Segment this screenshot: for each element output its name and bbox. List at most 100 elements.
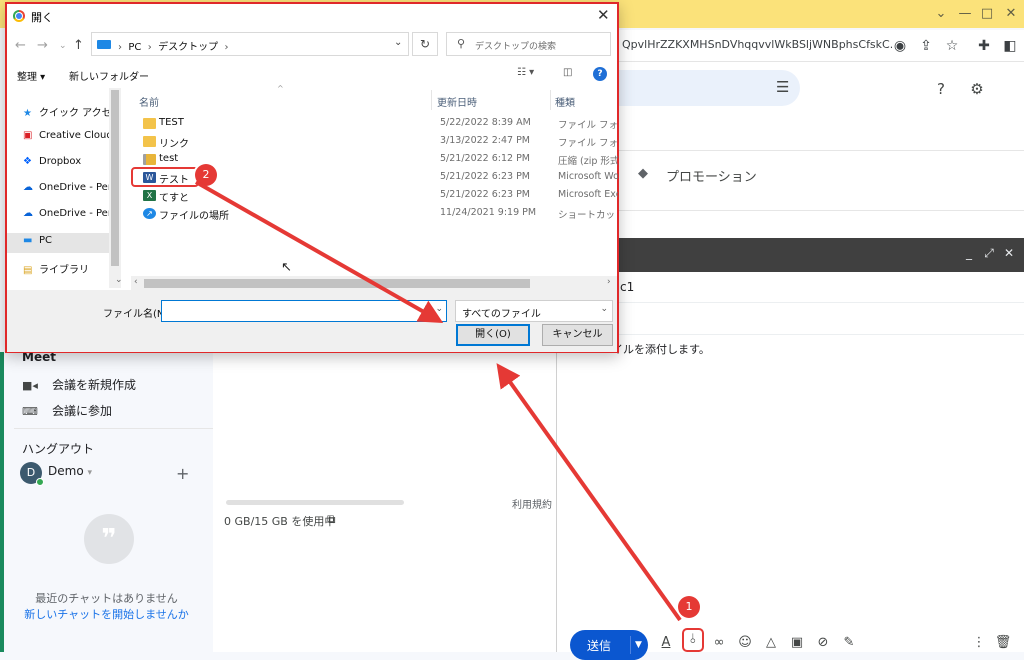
text-format-icon[interactable]: A	[657, 634, 675, 652]
divider	[556, 334, 1024, 335]
back-arrow-icon[interactable]: ←	[15, 38, 26, 53]
search-placeholder: デスクトップの検索	[475, 42, 557, 52]
eye-icon[interactable]: ◉	[890, 36, 910, 56]
new-folder-button[interactable]: 新しいフォルダー	[69, 68, 149, 83]
file-date: 5/22/2022 8:39 AM	[440, 117, 531, 128]
address-breadcrumb[interactable]: › PC › デスクトップ › ⌄	[91, 32, 409, 56]
discard-draft-icon[interactable]: 🗑	[994, 634, 1012, 652]
minimize-compose-icon[interactable]: _	[962, 246, 976, 260]
open-button[interactable]: 開く(O)	[456, 324, 530, 346]
column-header-type[interactable]: 種類	[555, 94, 575, 109]
open-external-icon[interactable]: ⧉	[327, 512, 336, 527]
nav-item-onedrive-2[interactable]: ☁ OneDrive - Perso	[23, 208, 121, 219]
address-bar[interactable]: QpvlHrZZKXMHSnDVhqqvvlWkBSljWNBphsCfskC.…	[600, 30, 1024, 62]
nav-item-onedrive-1[interactable]: ☁ OneDrive - Perso	[23, 182, 121, 193]
file-name[interactable]: ファイルの場所	[159, 207, 229, 222]
column-header-name[interactable]: 名前	[139, 94, 159, 109]
divider	[556, 302, 1024, 303]
send-label: 送信	[586, 639, 611, 653]
compose-window	[556, 272, 1024, 652]
file-type: ファイル フォルダー	[558, 120, 618, 131]
view-options-icon[interactable]: ☷ ▾	[517, 67, 534, 78]
compose-subject-field[interactable]: c1	[620, 280, 634, 294]
preview-pane-icon[interactable]: ◫	[563, 67, 572, 78]
filetype-value: すべてのファイル	[462, 309, 541, 320]
forward-arrow-icon[interactable]: →	[37, 38, 48, 53]
share-icon[interactable]: ⇪	[916, 36, 936, 56]
filename-input[interactable]: ⌄	[161, 300, 447, 322]
help-icon[interactable]: ?	[593, 67, 607, 81]
file-name[interactable]: TEST	[159, 117, 184, 128]
pc-icon: ▬	[23, 235, 33, 246]
search-options-icon[interactable]: ☰	[776, 78, 789, 96]
up-arrow-icon[interactable]: ↑	[73, 38, 84, 53]
settings-gear-icon[interactable]: ⚙	[966, 78, 988, 100]
cancel-button[interactable]: キャンセル	[542, 324, 613, 346]
more-options-icon[interactable]: ⋮	[970, 634, 988, 652]
window-close-button[interactable]: ✕	[996, 2, 1024, 26]
chevron-down-icon[interactable]: ⌄	[394, 37, 402, 48]
new-meeting-item[interactable]: ■◂ 会議を新規作成	[22, 376, 136, 393]
breadcrumb-pc[interactable]: PC	[128, 42, 141, 53]
send-button[interactable]: 送信 ▼	[570, 630, 648, 660]
breadcrumb-desktop[interactable]: デスクトップ	[158, 42, 218, 53]
file-name[interactable]: てすと	[159, 189, 189, 204]
refresh-button[interactable]: ↻	[412, 32, 438, 56]
chevron-down-icon[interactable]: ⌄	[435, 304, 443, 314]
organize-button[interactable]: 整理 ▾	[17, 68, 45, 83]
join-meeting-item[interactable]: ⌨ 会議に参加	[22, 402, 112, 419]
attach-file-icon[interactable]: ⫰	[682, 628, 704, 652]
horizontal-scrollbar-thumb[interactable]	[144, 279, 530, 288]
nav-item-dropbox[interactable]: ❖ Dropbox	[23, 156, 121, 167]
gmail-main-area: ☰ ? ⚙ ◆ プロモーション	[600, 62, 1024, 238]
nav-item-creative-cloud[interactable]: ▣ Creative Cloud Fil	[23, 130, 121, 141]
add-chat-button[interactable]: +	[176, 464, 189, 483]
help-icon[interactable]: ?	[930, 78, 952, 100]
star-icon[interactable]: ☆	[942, 36, 962, 56]
nav-item-quick-access[interactable]: ★ クイック アクセス	[23, 104, 121, 119]
library-icon: ▤	[23, 265, 33, 276]
tab-promotions[interactable]: プロモーション	[666, 166, 757, 185]
no-chats-text: 最近のチャットはありません	[35, 592, 178, 605]
expand-compose-icon[interactable]: ⤢	[982, 246, 996, 261]
extensions-icon[interactable]: ✚	[974, 36, 994, 56]
insert-link-icon[interactable]: ∞	[710, 634, 728, 652]
compose-body-text[interactable]: イルを添付します。	[612, 341, 710, 357]
dialog-close-button[interactable]: ✕	[597, 6, 610, 24]
scroll-right-icon[interactable]: ›	[607, 277, 611, 287]
nav-item-pc[interactable]: ▬ PC	[23, 235, 121, 246]
google-drive-icon[interactable]: △	[762, 634, 780, 652]
column-separator	[431, 90, 432, 110]
confidential-mode-icon[interactable]: ⊘	[814, 634, 832, 652]
dialog-search-input[interactable]: ⚲ デスクトップの検索	[446, 32, 611, 56]
new-meeting-label: 会議を新規作成	[52, 378, 137, 392]
recent-locations-icon[interactable]: ⌄	[59, 41, 67, 51]
side-panel-icon[interactable]: ◧	[1000, 36, 1020, 56]
emoji-icon[interactable]: ☺	[736, 634, 754, 652]
terms-link[interactable]: 利用規約 ·	[512, 496, 558, 511]
compose-header: _ ⤢ ✕	[556, 238, 1024, 272]
hangouts-user-name[interactable]: Demo ▾	[48, 464, 92, 478]
start-chat-link[interactable]: 新しいチャットを開始しませんか	[0, 606, 213, 622]
storage-progress-bar	[226, 500, 404, 505]
file-name[interactable]: test	[159, 153, 178, 164]
search-box[interactable]: ☰	[610, 70, 800, 106]
close-compose-icon[interactable]: ✕	[1002, 246, 1016, 260]
scroll-left-icon[interactable]: ‹	[134, 277, 138, 287]
sort-indicator-icon: ^	[277, 84, 284, 93]
scroll-down-icon[interactable]: ⌄	[115, 275, 123, 285]
file-type: 圧縮 (zip 形式)	[558, 156, 618, 167]
folder-icon	[143, 118, 156, 129]
storage-usage-text: 0 GB/15 GB を使用中	[224, 515, 336, 528]
file-name[interactable]: リンク	[159, 135, 189, 150]
send-options-icon[interactable]: ▼	[630, 636, 646, 654]
filetype-select[interactable]: すべてのファイル ⌄	[455, 300, 613, 322]
filename-field[interactable]	[162, 301, 422, 319]
nav-item-library[interactable]: ▤ ライブラリ	[23, 261, 121, 276]
column-header-modified[interactable]: 更新日時	[437, 94, 477, 109]
nav-scrollbar-thumb[interactable]	[111, 90, 119, 266]
signature-icon[interactable]: ✎	[840, 634, 858, 652]
insert-photo-icon[interactable]: ▣	[788, 634, 806, 652]
folder-icon	[143, 136, 156, 147]
join-meeting-label: 会議に参加	[52, 404, 113, 418]
